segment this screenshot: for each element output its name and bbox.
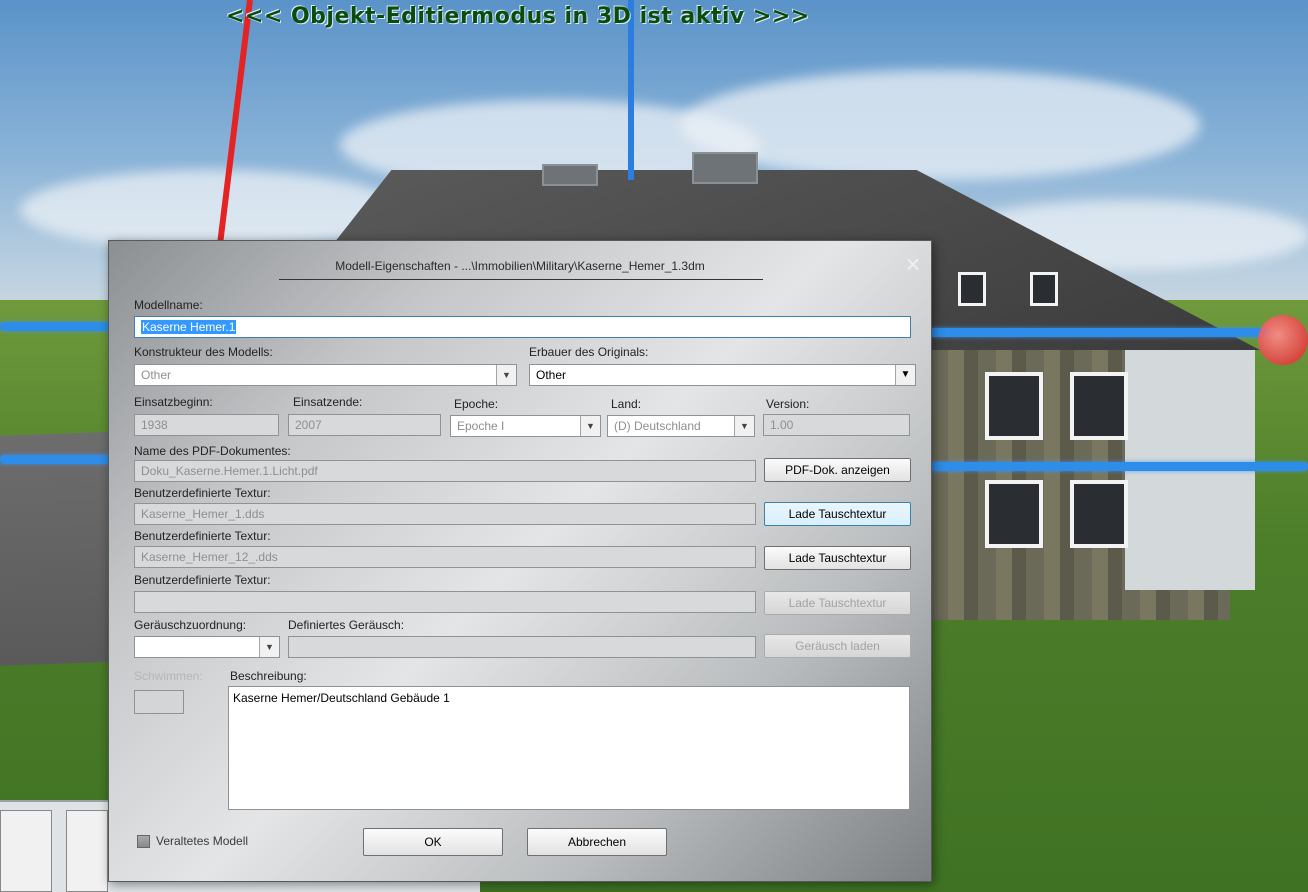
- cancel-button[interactable]: Abbrechen: [527, 828, 667, 856]
- edit-mode-banner: <<< Objekt-Editiermodus in 3D ist aktiv …: [226, 4, 810, 29]
- veraltet-label: Veraltetes Modell: [156, 834, 249, 848]
- textur2-load-button[interactable]: Lade Tauschtextur: [764, 546, 911, 570]
- beschreibung-label: Beschreibung:: [230, 669, 307, 683]
- definiertes-geraeusch-label: Definiertes Geräusch:: [288, 618, 405, 632]
- dormer-window: [1030, 272, 1058, 306]
- close-icon[interactable]: ×: [901, 251, 925, 277]
- schwimmen-label: Schwimmen:: [134, 669, 203, 683]
- modellname-label: Modellname:: [134, 298, 203, 312]
- textur1-label: Benutzerdefinierte Textur:: [134, 486, 271, 500]
- building-window: [985, 372, 1043, 440]
- einsatzende-input[interactable]: 2007: [288, 414, 441, 436]
- konstrukteur-combobox[interactable]: Other ▼: [134, 364, 517, 386]
- erbauer-combobox[interactable]: Other ▼: [529, 364, 916, 386]
- geraeuschzuordnung-combobox[interactable]: ▼: [134, 636, 280, 658]
- track-spline[interactable]: [0, 322, 120, 331]
- version-input[interactable]: 1.00: [763, 414, 910, 436]
- cloud: [680, 70, 1200, 180]
- textur1-load-button[interactable]: Lade Tauschtextur: [764, 502, 911, 526]
- pdf-show-button[interactable]: PDF-Dok. anzeigen: [764, 458, 911, 482]
- chevron-down-icon[interactable]: ▼: [734, 416, 754, 436]
- einsatzbeginn-input[interactable]: 1938: [134, 414, 279, 436]
- chimney: [542, 164, 598, 186]
- konstrukteur-label: Konstrukteur des Modells:: [134, 345, 273, 359]
- building-window: [1070, 372, 1128, 440]
- konstrukteur-value: Other: [141, 368, 172, 382]
- chevron-down-icon[interactable]: ▼: [496, 365, 516, 385]
- building-window: [1070, 480, 1128, 548]
- erbauer-label: Erbauer des Originals:: [529, 345, 649, 359]
- textur3-load-button[interactable]: Lade Tauschtextur: [764, 591, 911, 615]
- epoche-value: Epoche I: [457, 419, 505, 433]
- bottom-panel-box: [0, 810, 52, 892]
- geraeusch-laden-button[interactable]: Geräusch laden: [764, 634, 911, 658]
- dormer-window: [958, 272, 986, 306]
- version-label: Version:: [766, 397, 810, 411]
- epoche-label: Epoche:: [454, 397, 499, 411]
- dialog-title: Modell-Eigenschaften - ...\Immobilien\Mi…: [335, 259, 705, 273]
- land-combobox[interactable]: (D) Deutschland ▼: [607, 415, 755, 437]
- textur1-input[interactable]: Kaserne_Hemer_1.dds: [134, 503, 756, 525]
- chevron-down-icon[interactable]: ▼: [580, 416, 600, 436]
- einsatzbeginn-label: Einsatzbeginn:: [134, 395, 213, 409]
- track-spline[interactable]: [0, 455, 120, 464]
- land-label: Land:: [611, 397, 642, 411]
- einsatzende-label: Einsatzende:: [293, 395, 363, 409]
- geraeuschzuordnung-label: Geräuschzuordnung:: [134, 618, 247, 632]
- land-value: (D) Deutschland: [614, 419, 701, 433]
- textur3-input[interactable]: [134, 591, 756, 613]
- building-window: [985, 480, 1043, 548]
- title-underline: [279, 279, 763, 280]
- modellname-selected-text: Kaserne Hemer.1: [141, 320, 237, 334]
- track-spline[interactable]: [930, 462, 1308, 471]
- chevron-down-icon[interactable]: ▼: [895, 365, 915, 385]
- veraltet-checkbox[interactable]: [137, 835, 150, 848]
- beschreibung-textarea[interactable]: Kaserne Hemer/Deutschland Gebäude 1: [228, 686, 910, 810]
- ok-button[interactable]: OK: [363, 828, 503, 856]
- pdf-label: Name des PDF-Dokumentes:: [134, 444, 291, 458]
- erbauer-value: Other: [536, 368, 567, 382]
- model-properties-dialog: Modell-Eigenschaften - ...\Immobilien\Mi…: [108, 240, 932, 882]
- chevron-down-icon[interactable]: ▼: [259, 637, 279, 657]
- textur2-input[interactable]: Kaserne_Hemer_12_.dds: [134, 546, 756, 568]
- schwimmen-input[interactable]: [134, 690, 184, 714]
- pdf-input[interactable]: Doku_Kaserne.Hemer.1.Licht.pdf: [134, 460, 756, 482]
- modellname-input[interactable]: Kaserne Hemer.1: [134, 316, 911, 338]
- chimney: [692, 152, 758, 184]
- definiertes-geraeusch-input[interactable]: [288, 636, 756, 658]
- gizmo-handle[interactable]: [1258, 315, 1308, 365]
- epoche-combobox[interactable]: Epoche I ▼: [450, 415, 601, 437]
- textur3-label: Benutzerdefinierte Textur:: [134, 573, 271, 587]
- textur2-label: Benutzerdefinierte Textur:: [134, 529, 271, 543]
- track-spline[interactable]: [930, 328, 1270, 337]
- bottom-panel-box: [66, 810, 108, 892]
